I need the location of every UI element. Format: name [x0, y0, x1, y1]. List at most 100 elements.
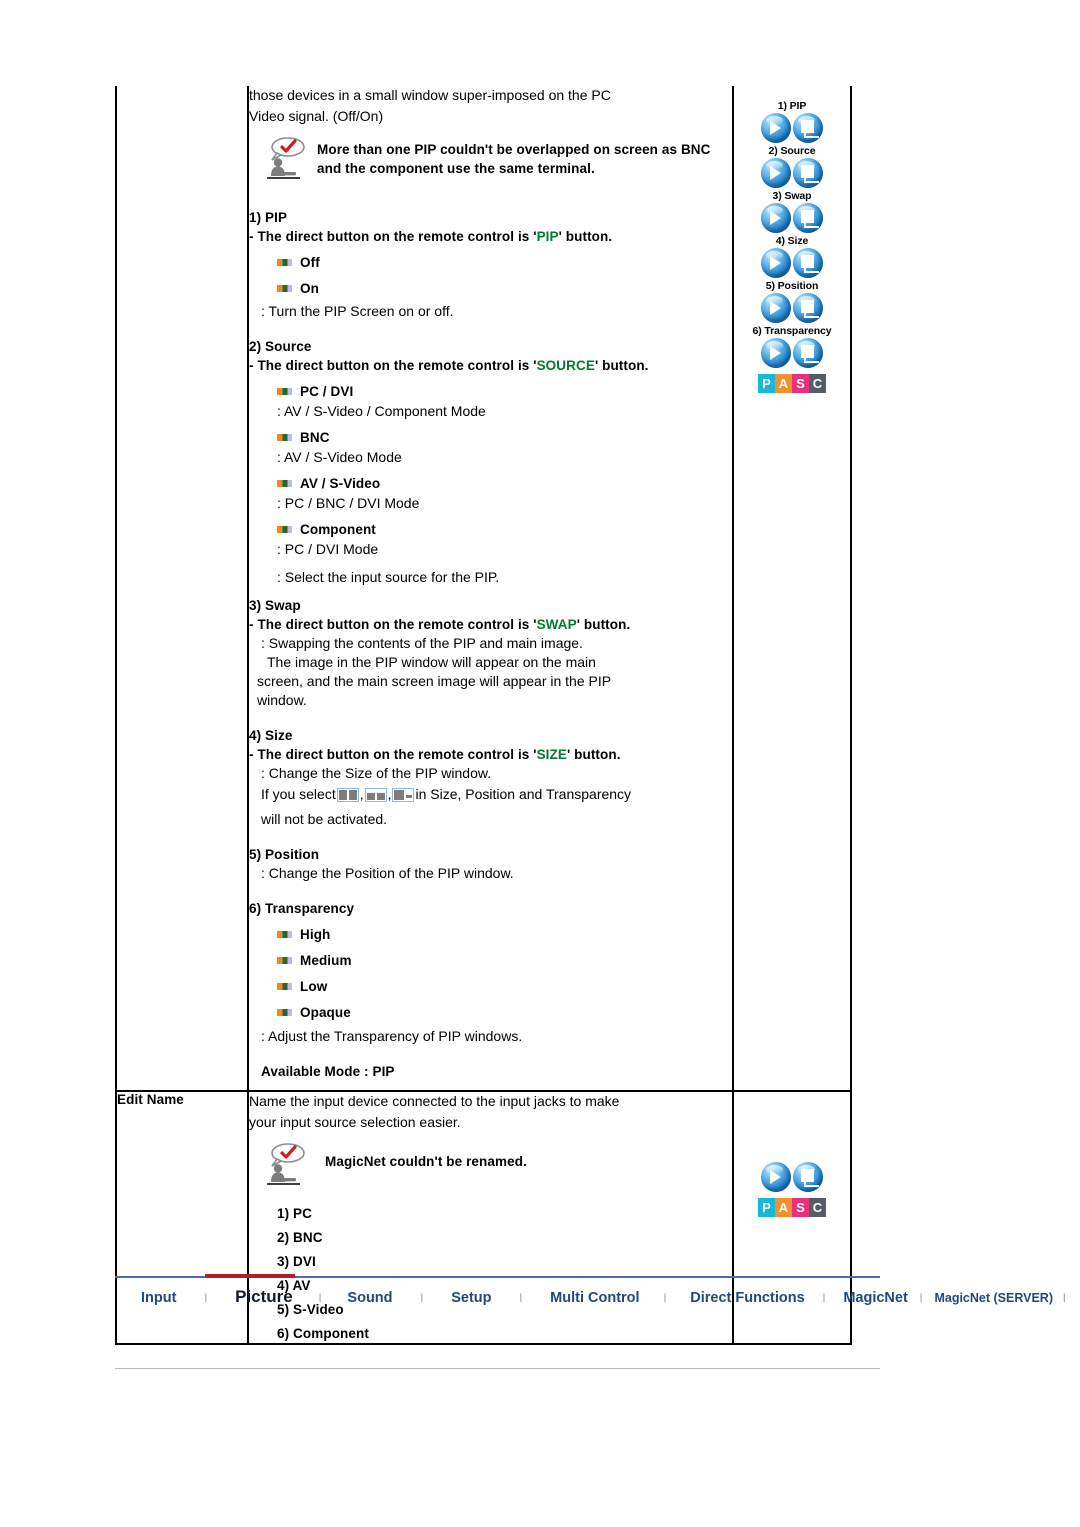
available-mode: Available Mode : PIP [261, 1064, 395, 1079]
bullet-icon [277, 480, 292, 487]
section-subline-source: - The direct button on the remote contro… [249, 356, 732, 375]
edit-name-intro-1: Name the input device connected to the i… [249, 1093, 620, 1109]
subline-key: SOURCE [536, 358, 595, 373]
section-subline-swap: - The direct button on the remote contro… [249, 615, 732, 634]
pasc-badge: P A S C [758, 1198, 826, 1217]
bullet-icon [277, 285, 292, 292]
option-transparency-opaque: Opaque [249, 1003, 732, 1022]
notice-edit-name-text: MagicNet couldn't be renamed. [325, 1154, 527, 1169]
option-source-component: Component [249, 520, 732, 539]
option-transparency-low: Low [249, 977, 732, 996]
option-desc-bnc: : AV / S-Video Mode [277, 449, 402, 465]
play-orb-icon [761, 1162, 791, 1192]
enter-orb-icon [793, 338, 823, 368]
section-desc-source: : Select the input source for the PIP. [277, 569, 500, 585]
option-desc-avsvideo: : PC / BNC / DVI Mode [277, 495, 420, 511]
option-label: Medium [300, 953, 352, 968]
nav-item-multi-control[interactable]: Multi Control [550, 1290, 639, 1306]
option-desc-pcdvi: : AV / S-Video / Component Mode [277, 403, 486, 419]
size-inline-tail: will not be activated. [261, 811, 388, 827]
size-inline-pre: If you select [261, 786, 336, 802]
notice-pip: More than one PIP couldn't be overlapped… [249, 136, 732, 184]
bullet-icon [277, 931, 292, 938]
enter-orb-icon [793, 248, 823, 278]
bullet-icon [277, 259, 292, 266]
section-heading-size: 4) Size [249, 728, 293, 743]
swap-line-1: : Swapping the contents of the PIP and m… [261, 635, 583, 651]
option-label: Opaque [300, 1005, 351, 1020]
play-orb-icon [761, 338, 791, 368]
icon-caption-size: 4) Size [775, 235, 809, 247]
subline-pre: - The direct button on the remote contro… [249, 358, 537, 373]
bullet-icon [277, 388, 292, 395]
option-desc-component: : PC / DVI Mode [277, 541, 379, 557]
option-source-bnc: BNC [249, 428, 732, 447]
page-bottom-rule [115, 1368, 880, 1369]
orb-pair-position [734, 293, 850, 323]
pip-size-side-by-side-icon [364, 787, 387, 802]
section-heading-position: 5) Position [249, 847, 320, 862]
edit-name-item-bnc: 2) BNC [277, 1230, 323, 1245]
manual-table: those devices in a small window super-im… [115, 86, 852, 1345]
subline-post: ' button. [566, 747, 621, 762]
nav-item-magicnet-server[interactable]: MagicNet (SERVER) [934, 1291, 1053, 1305]
notice-pip-text: More than one PIP couldn't be overlapped… [317, 142, 711, 176]
nav-item-setup[interactable]: Setup [451, 1290, 491, 1306]
person-speech-bubble-icon [263, 1142, 307, 1190]
option-label: Off [300, 255, 320, 270]
pasc-letter-s: S [792, 374, 809, 393]
subline-pre: - The direct button on the remote contro… [249, 229, 537, 244]
orb-pair-source [734, 158, 850, 188]
bullet-icon [277, 526, 292, 533]
option-label: PC / DVI [300, 384, 354, 399]
icon-group-swap: 3) Swap [734, 190, 850, 233]
nav-item-input[interactable]: Input [141, 1290, 176, 1306]
size-line-1: : Change the Size of the PIP window. [261, 765, 492, 781]
section-desc-transparency: : Adjust the Transparency of PIP windows… [261, 1028, 523, 1044]
pip-size-double-icon [336, 787, 359, 802]
nav-item-direct-functions[interactable]: Direct Functions [690, 1290, 804, 1306]
pasc-letter-c: C [809, 374, 826, 393]
nav-separator: l [519, 1291, 523, 1305]
pasc-badge: P A S C [758, 374, 826, 393]
icon-group-size: 4) Size [734, 235, 850, 278]
nav-separator: l [204, 1291, 208, 1305]
nav-item-sound[interactable]: Sound [347, 1290, 392, 1306]
option-label: Low [300, 979, 328, 994]
nav-separator: l [919, 1291, 923, 1305]
nav-separator: l [663, 1291, 667, 1305]
intro-line-2: Video signal. (Off/On) [249, 108, 384, 124]
size-inline-post: in Size, Position and Transparency [415, 786, 632, 802]
icon-caption-transparency: 6) Transparency [752, 325, 832, 337]
size-inline-row: If you select , , in Size, Position and … [249, 785, 732, 804]
bullet-icon [277, 983, 292, 990]
position-line-1: : Change the Position of the PIP window. [261, 865, 514, 881]
subline-pre: - The direct button on the remote contro… [249, 617, 537, 632]
person-speech-bubble-icon [263, 136, 307, 184]
bullet-icon [277, 434, 292, 441]
play-orb-icon [761, 158, 791, 188]
nav-rule [115, 1274, 880, 1278]
pasc-letter-c: C [809, 1198, 826, 1217]
row-label-cell-empty [115, 86, 249, 1091]
edit-name-item-pc: 1) PC [277, 1206, 313, 1221]
nav-item-magicnet[interactable]: MagicNet [843, 1290, 907, 1306]
nav-item-picture[interactable]: Picture [235, 1287, 293, 1307]
swap-line-4: window. [257, 692, 307, 708]
option-pip-off: Off [249, 253, 732, 272]
pasc-letter-p: P [758, 1198, 775, 1217]
play-orb-icon [761, 293, 791, 323]
bullet-icon [277, 957, 292, 964]
manual-page: those devices in a small window super-im… [0, 0, 1080, 1527]
swap-line-3: screen, and the main screen image will a… [257, 673, 612, 689]
edit-name-intro-2: your input source selection easier. [249, 1114, 461, 1130]
option-source-pcdvi: PC / DVI [249, 382, 732, 401]
section-desc-pip: : Turn the PIP Screen on or off. [261, 303, 454, 319]
play-orb-icon [761, 248, 791, 278]
